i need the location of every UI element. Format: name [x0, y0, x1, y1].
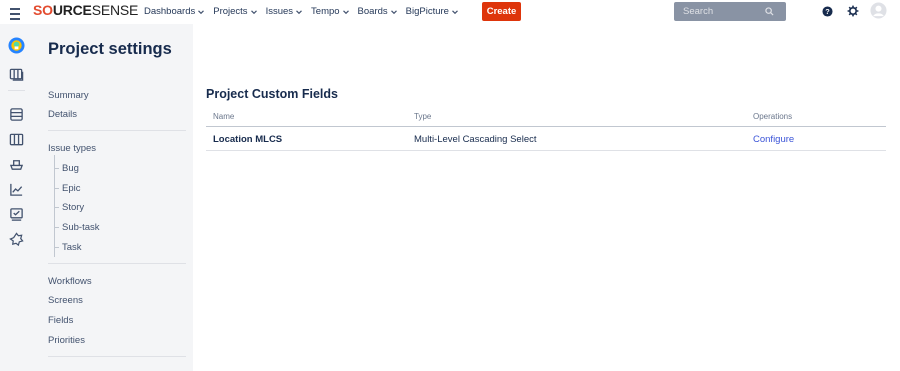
columns-icon[interactable] — [9, 132, 24, 147]
main-nav: Dashboards Projects Issues Tempo Boards … — [144, 6, 458, 17]
column-header-type: Type — [414, 112, 432, 121]
chevron-down-icon — [452, 9, 458, 14]
reports-icon[interactable] — [9, 182, 24, 197]
issues-icon[interactable] — [9, 207, 24, 222]
sidebar-item-epic[interactable]: Epic — [62, 183, 80, 194]
sidebar-item-screens[interactable]: Screens — [48, 295, 83, 306]
sidebar-item-workflows[interactable]: Workflows — [48, 276, 92, 287]
search-placeholder: Search — [683, 6, 714, 17]
search-input[interactable]: Search — [674, 2, 786, 21]
chevron-down-icon — [198, 9, 205, 14]
left-rail — [0, 24, 33, 371]
user-avatar-icon[interactable] — [870, 2, 887, 19]
tree-tick — [54, 207, 59, 208]
main-content: Project Custom Fields Name Type Operatio… — [193, 24, 900, 371]
sidebar-item-details[interactable]: Details — [48, 109, 77, 120]
nav-tempo[interactable]: Tempo — [311, 6, 349, 17]
chevron-down-icon — [296, 9, 302, 14]
tree-tick — [54, 227, 59, 228]
sidebar-item-sub-task[interactable]: Sub-task — [62, 222, 100, 233]
top-navigation: SOURCESENSE Dashboards Projects Issues T… — [0, 0, 900, 24]
sidebar-divider — [48, 263, 186, 264]
sidebar-item-task[interactable]: Task — [62, 242, 82, 253]
configure-link[interactable]: Configure — [753, 134, 794, 145]
column-header-name: Name — [213, 112, 235, 121]
sidebar-item-summary[interactable]: Summary — [48, 90, 89, 101]
field-type: Multi-Level Cascading Select — [414, 134, 537, 145]
sidebar-item-bug[interactable]: Bug — [62, 163, 79, 174]
nav-dashboards[interactable]: Dashboards — [144, 6, 205, 17]
table-header-divider — [206, 126, 886, 127]
project-settings-sidebar: Project settings Summary Details Issue t… — [33, 24, 193, 371]
sidebar-item-issue-types[interactable]: Issue types — [48, 143, 96, 154]
sourcesense-logo[interactable]: SOURCESENSE — [33, 2, 138, 18]
board-icon[interactable] — [9, 67, 24, 82]
sidebar-item-fields[interactable]: Fields — [48, 315, 73, 326]
create-button[interactable]: Create — [482, 2, 521, 21]
chevron-down-icon — [250, 9, 257, 14]
table-row-divider — [206, 150, 886, 151]
project-avatar-icon[interactable] — [8, 37, 25, 54]
releases-icon[interactable] — [9, 157, 24, 172]
page-title: Project settings — [48, 40, 172, 58]
menu-icon[interactable] — [10, 5, 20, 20]
tree-tick — [54, 168, 59, 169]
nav-projects[interactable]: Projects — [213, 6, 257, 17]
sidebar-divider — [48, 130, 186, 131]
column-header-operations: Operations — [753, 112, 793, 121]
search-icon — [765, 7, 774, 16]
nav-bigpicture[interactable]: BigPicture — [406, 6, 458, 17]
tree-line — [54, 155, 55, 257]
chevron-down-icon — [342, 9, 349, 14]
chevron-down-icon — [390, 9, 397, 14]
section-title: Project Custom Fields — [206, 87, 338, 101]
backlog-icon[interactable] — [9, 107, 24, 122]
sidebar-item-priorities[interactable]: Priorities — [48, 335, 85, 346]
field-name: Location MLCS — [213, 134, 283, 145]
components-icon[interactable] — [9, 232, 24, 247]
sidebar-item-story[interactable]: Story — [62, 202, 84, 213]
help-icon[interactable]: ? — [822, 6, 833, 17]
sidebar-divider — [48, 356, 186, 357]
tree-tick — [54, 247, 59, 248]
rail-divider — [8, 90, 25, 91]
tree-tick — [54, 188, 59, 189]
nav-boards[interactable]: Boards — [358, 6, 397, 17]
settings-gear-icon[interactable] — [847, 5, 859, 17]
svg-text:?: ? — [825, 7, 830, 16]
nav-issues[interactable]: Issues — [266, 6, 302, 17]
